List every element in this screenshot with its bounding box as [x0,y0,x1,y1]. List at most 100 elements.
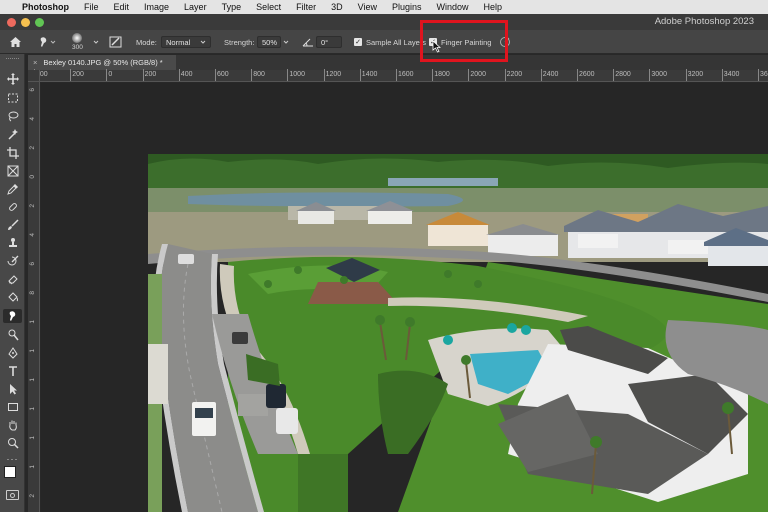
ruler-h-tick [323,69,325,81]
history-brush-tool-icon[interactable] [3,254,22,268]
brush-angle-icon [302,30,314,54]
ruler-h-label: 600 [217,71,229,78]
smudge-tool-icon[interactable] [3,309,22,323]
ruler-h-tick [504,69,506,81]
more-tools-icon[interactable]: ··· [3,452,22,466]
lasso-tool-icon[interactable] [3,109,22,123]
window-title-bar: Adobe Photoshop 2023 [0,14,768,30]
menu-image[interactable]: Image [144,2,169,12]
menu-3d[interactable]: 3D [331,2,343,12]
brush-size-picker[interactable]: 300 [72,30,83,54]
zoom-window-button[interactable] [35,18,44,27]
dodge-tool-icon[interactable] [3,328,22,342]
object-selection-tool-icon[interactable] [3,127,22,141]
ruler-h-tick [649,69,651,81]
menu-filter[interactable]: Filter [296,2,316,12]
brush-angle-value: 0° [321,37,329,47]
ruler-origin[interactable] [28,70,40,82]
move-tool-icon[interactable] [3,72,22,86]
rectangle-tool-icon[interactable] [3,400,22,414]
ruler-h-label: 0 [108,71,113,78]
frame-tool-icon[interactable] [3,164,22,178]
type-tool-icon[interactable] [3,364,22,378]
quick-mask-icon[interactable] [6,490,19,500]
ruler-h-tick [106,69,108,81]
document-tab-label: Bexley 0140.JPG @ 50% (RGB/8) * [43,58,163,67]
home-icon[interactable] [9,30,22,54]
menu-select[interactable]: Select [256,2,281,12]
menu-edit[interactable]: Edit [114,2,130,12]
ruler-h-label: 1200 [325,71,342,78]
brush-size-value: 300 [72,44,83,51]
ruler-h-label: 800 [253,71,265,78]
mode-value: Normal [166,37,191,47]
eraser-tool-icon[interactable] [3,272,22,286]
menu-plugins[interactable]: Plugins [392,2,422,12]
menu-help[interactable]: Help [484,2,503,12]
close-tab-icon[interactable]: × [33,58,37,67]
ruler-h-label: 2400 [542,71,559,78]
document-tab[interactable]: × Bexley 0140.JPG @ 50% (RGB/8) * [28,55,176,70]
ruler-v-label: 8 [29,291,36,295]
ruler-v-label: 1 [29,320,36,324]
clone-stamp-tool-icon[interactable] [3,236,22,250]
hand-tool-icon[interactable] [3,418,22,432]
path-selection-tool-icon[interactable] [3,382,22,396]
menu-window[interactable]: Window [437,2,469,12]
menu-layer[interactable]: Layer [184,2,207,12]
vertical-ruler: 6 4 2 0 2 4 6 8 1 1 1 1 1 1 2 [28,82,40,512]
menu-view[interactable]: View [358,2,377,12]
menu-photoshop[interactable]: Photoshop [22,2,69,12]
mouse-cursor-icon [432,40,441,53]
menu-file[interactable]: File [84,2,99,12]
ruler-h-label: 1600 [398,71,414,78]
ruler-v-label: 2 [29,204,36,208]
ruler-h-label: 3400 [723,71,740,78]
strength-slider-chevron-icon[interactable] [283,30,289,54]
ruler-v-label: 2 [29,146,36,150]
ruler-h-tick [70,69,72,81]
brush-size-chevron-icon[interactable] [93,30,99,54]
close-window-button[interactable] [7,18,16,27]
ruler-h-tick [432,69,434,81]
pen-tool-icon[interactable] [3,346,22,360]
ruler-v-label: 1 [29,349,36,353]
sample-all-layers-label: Sample All Layers [366,37,427,47]
minimize-window-button[interactable] [21,18,30,27]
brush-angle-input[interactable]: 0° [316,36,342,48]
ruler-h-tick [540,69,542,81]
ruler-v-label: 4 [29,233,36,237]
mode-select[interactable]: Normal [161,36,211,48]
ruler-v-label: 0 [29,175,36,179]
ruler-h-tick [251,69,253,81]
brush-settings-panel-icon[interactable] [109,30,122,54]
zoom-tool-icon[interactable] [3,436,22,450]
sample-all-layers-checkbox[interactable]: ✓ Sample All Layers [354,30,426,54]
ruler-h-label: 1000 [289,71,305,78]
ruler-h-tick [758,69,759,81]
crop-tool-icon[interactable] [3,146,22,160]
ruler-h-tick [396,69,397,81]
ruler-v-label: 6 [29,88,36,92]
foreground-color-swatch[interactable] [4,466,16,478]
mode-chevron-icon [200,40,206,44]
eyedropper-tool-icon[interactable] [3,182,22,196]
marquee-tool-icon[interactable] [3,91,22,105]
menu-type[interactable]: Type [222,2,242,12]
window-title: Adobe Photoshop 2023 [654,16,754,27]
ruler-h-tick [685,69,687,81]
menu-bar: Photoshop File Edit Image Layer Type Sel… [0,0,768,14]
toolbar-grip[interactable] [6,58,19,60]
healing-brush-tool-icon[interactable] [3,200,22,214]
ruler-v-label: 1 [29,465,36,469]
document-image[interactable] [148,154,768,512]
paint-bucket-tool-icon[interactable] [3,290,22,304]
document-tab-bar: × Bexley 0140.JPG @ 50% (RGB/8) * [28,55,768,70]
brush-tool-icon[interactable] [3,218,22,232]
ruler-h-label: 2000 [470,71,486,78]
horizontal-ruler: 400 200 0 200 400 600 800 1000 1200 1400 1600 1800 2… [28,69,768,82]
ruler-h-label: 3600 [760,71,768,78]
strength-input[interactable]: 50% [257,36,281,48]
ruler-h-tick [468,69,470,81]
smudge-tool-preset-picker[interactable] [38,30,56,54]
